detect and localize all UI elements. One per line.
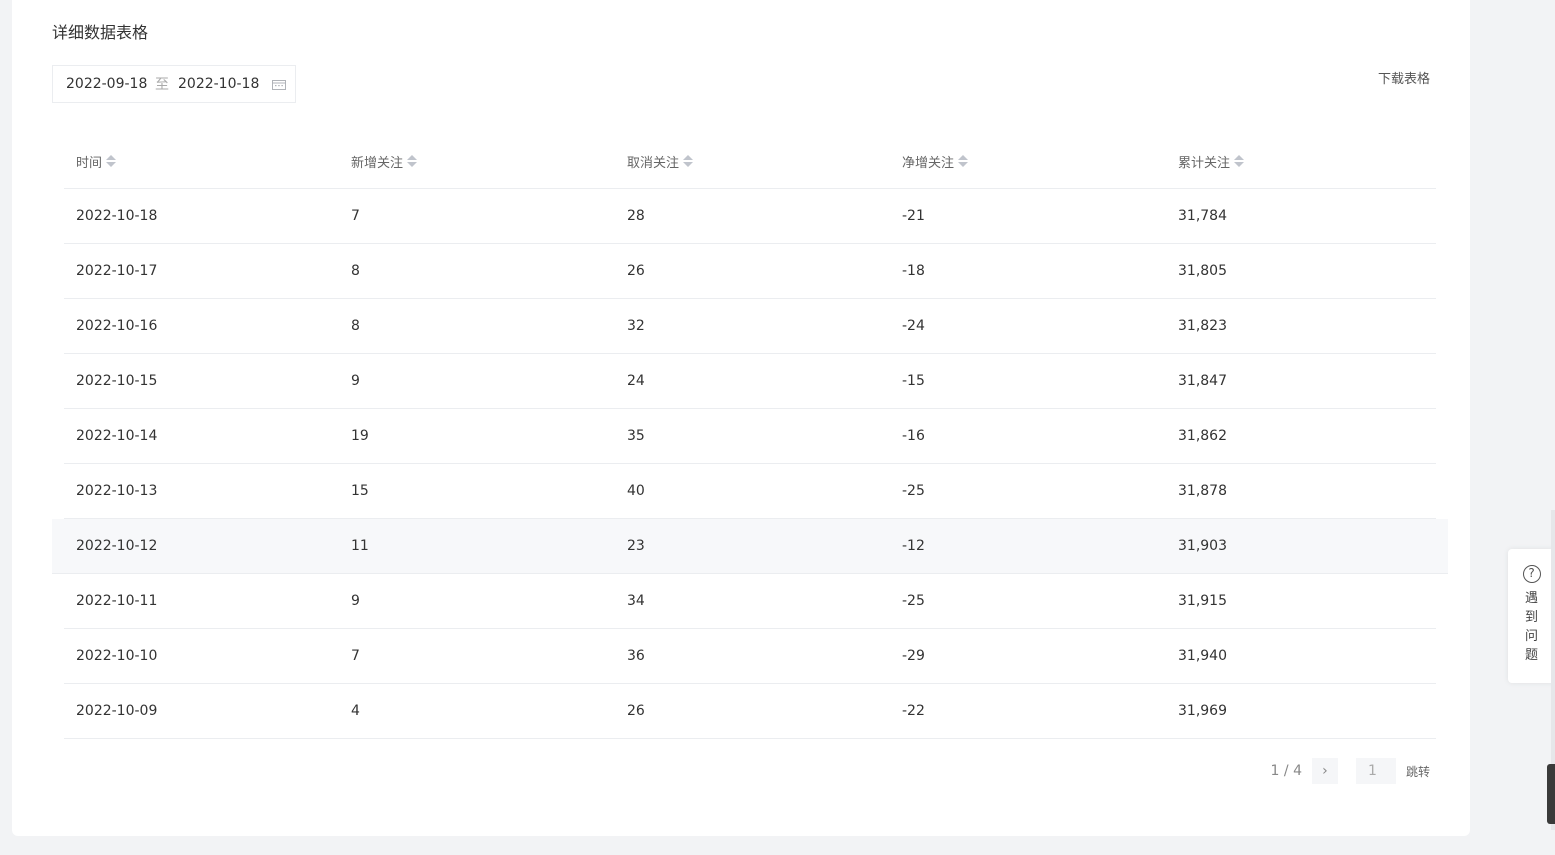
cell-unfollows: 32 (627, 318, 645, 334)
page-info: 1 / 4 (1270, 763, 1302, 779)
cell-net-follows: -12 (902, 538, 925, 554)
cell-net-follows: -29 (902, 648, 925, 664)
end-date[interactable]: 2022-10-18 (178, 76, 259, 92)
header-time[interactable]: 时间 (64, 152, 339, 171)
cell-total-follows: 31,878 (1178, 483, 1227, 499)
cell-net-follows: -24 (902, 318, 925, 334)
cell-total-follows: 31,903 (1178, 538, 1227, 554)
cell-net-follows: -18 (902, 263, 925, 279)
cell-net-follows: -25 (902, 593, 925, 609)
help-widget[interactable]: ? 遇到问题 (1508, 549, 1555, 683)
cell-net-follows: -25 (902, 483, 925, 499)
cell-net-follows: -21 (902, 208, 925, 224)
cell-total-follows: 31,847 (1178, 373, 1227, 389)
cell-date: 2022-10-11 (76, 593, 158, 609)
cell-unfollows: 24 (627, 373, 645, 389)
cell-date: 2022-10-12 (76, 538, 158, 554)
sort-icon[interactable] (407, 155, 418, 167)
header-unfollows[interactable]: 取消关注 (615, 152, 890, 171)
cell-net-follows: -15 (902, 373, 925, 389)
cell-unfollows: 26 (627, 263, 645, 279)
question-circle-icon: ? (1522, 565, 1541, 583)
cell-unfollows: 36 (627, 648, 645, 664)
table-row: 2022-10-16 8 32 -24 31,823 (64, 299, 1436, 354)
cell-date: 2022-10-16 (76, 318, 158, 334)
date-range-separator: 至 (155, 77, 169, 93)
cell-unfollows: 26 (627, 703, 645, 719)
data-table: 时间 新增关注 取消关注 净增关注 累计关注 2022-10-18 7 28 -… (52, 134, 1448, 739)
sort-icon[interactable] (1234, 155, 1245, 167)
cell-new-follows: 19 (351, 428, 369, 444)
table-row: 2022-10-14 19 35 -16 31,862 (64, 409, 1436, 464)
section-title: 详细数据表格 (52, 23, 149, 42)
cell-unfollows: 34 (627, 593, 645, 609)
cell-total-follows: 31,969 (1178, 703, 1227, 719)
chevron-right-icon: › (1322, 763, 1328, 779)
table-header: 时间 新增关注 取消关注 净增关注 累计关注 (64, 134, 1436, 189)
page-number-input[interactable] (1355, 758, 1396, 784)
cell-total-follows: 31,940 (1178, 648, 1227, 664)
cell-new-follows: 9 (351, 373, 360, 389)
help-label: 遇到问题 (1524, 591, 1538, 663)
cell-date: 2022-10-15 (76, 373, 158, 389)
cell-total-follows: 31,823 (1178, 318, 1227, 334)
cell-date: 2022-10-18 (76, 208, 158, 224)
cell-new-follows: 7 (351, 208, 360, 224)
table-row: 2022-10-15 9 24 -15 31,847 (64, 354, 1436, 409)
cell-net-follows: -16 (902, 428, 925, 444)
cell-unfollows: 28 (627, 208, 645, 224)
cell-unfollows: 23 (627, 538, 645, 554)
cell-new-follows: 15 (351, 483, 369, 499)
calendar-icon[interactable] (272, 80, 286, 90)
cell-unfollows: 40 (627, 483, 645, 499)
scrollbar-thumb[interactable] (1547, 764, 1555, 824)
table-row: 2022-10-18 7 28 -21 31,784 (64, 189, 1436, 244)
cell-new-follows: 8 (351, 263, 360, 279)
header-net-follows[interactable]: 净增关注 (890, 152, 1166, 171)
cell-total-follows: 31,805 (1178, 263, 1227, 279)
pagination: 1 / 4 › 跳转 (1271, 758, 1430, 784)
cell-date: 2022-10-17 (76, 263, 158, 279)
cell-new-follows: 9 (351, 593, 360, 609)
cell-date: 2022-10-09 (76, 703, 158, 719)
cell-net-follows: -22 (902, 703, 925, 719)
cell-total-follows: 31,915 (1178, 593, 1227, 609)
table-row: 2022-10-17 8 26 -18 31,805 (64, 244, 1436, 299)
cell-date: 2022-10-10 (76, 648, 158, 664)
start-date[interactable]: 2022-09-18 (66, 76, 147, 92)
table-row: 2022-10-13 15 40 -25 31,878 (64, 464, 1436, 519)
table-row: 2022-10-09 4 26 -22 31,969 (64, 684, 1436, 739)
date-range-picker[interactable]: 2022-09-18 至 2022-10-18 (52, 65, 296, 103)
sort-icon[interactable] (683, 155, 694, 167)
header-total-follows[interactable]: 累计关注 (1166, 152, 1436, 171)
header-new-follows[interactable]: 新增关注 (339, 152, 615, 171)
sort-icon[interactable] (106, 155, 117, 167)
cell-unfollows: 35 (627, 428, 645, 444)
cell-new-follows: 11 (351, 538, 369, 554)
sort-icon[interactable] (958, 155, 969, 167)
table-row: 2022-10-12 11 23 -12 31,903 (52, 519, 1448, 574)
cell-new-follows: 8 (351, 318, 360, 334)
cell-date: 2022-10-13 (76, 483, 158, 499)
detail-data-card: 详细数据表格 2022-09-18 至 2022-10-18 下载表格 时间 新… (12, 0, 1470, 836)
cell-total-follows: 31,784 (1178, 208, 1227, 224)
cell-date: 2022-10-14 (76, 428, 158, 444)
jump-button[interactable]: 跳转 (1406, 763, 1430, 780)
cell-new-follows: 7 (351, 648, 360, 664)
table-row: 2022-10-10 7 36 -29 31,940 (64, 629, 1436, 684)
next-page-button[interactable]: › (1311, 758, 1338, 784)
cell-new-follows: 4 (351, 703, 360, 719)
download-table-button[interactable]: 下载表格 (1378, 68, 1430, 87)
table-row: 2022-10-11 9 34 -25 31,915 (64, 574, 1436, 629)
cell-total-follows: 31,862 (1178, 428, 1227, 444)
